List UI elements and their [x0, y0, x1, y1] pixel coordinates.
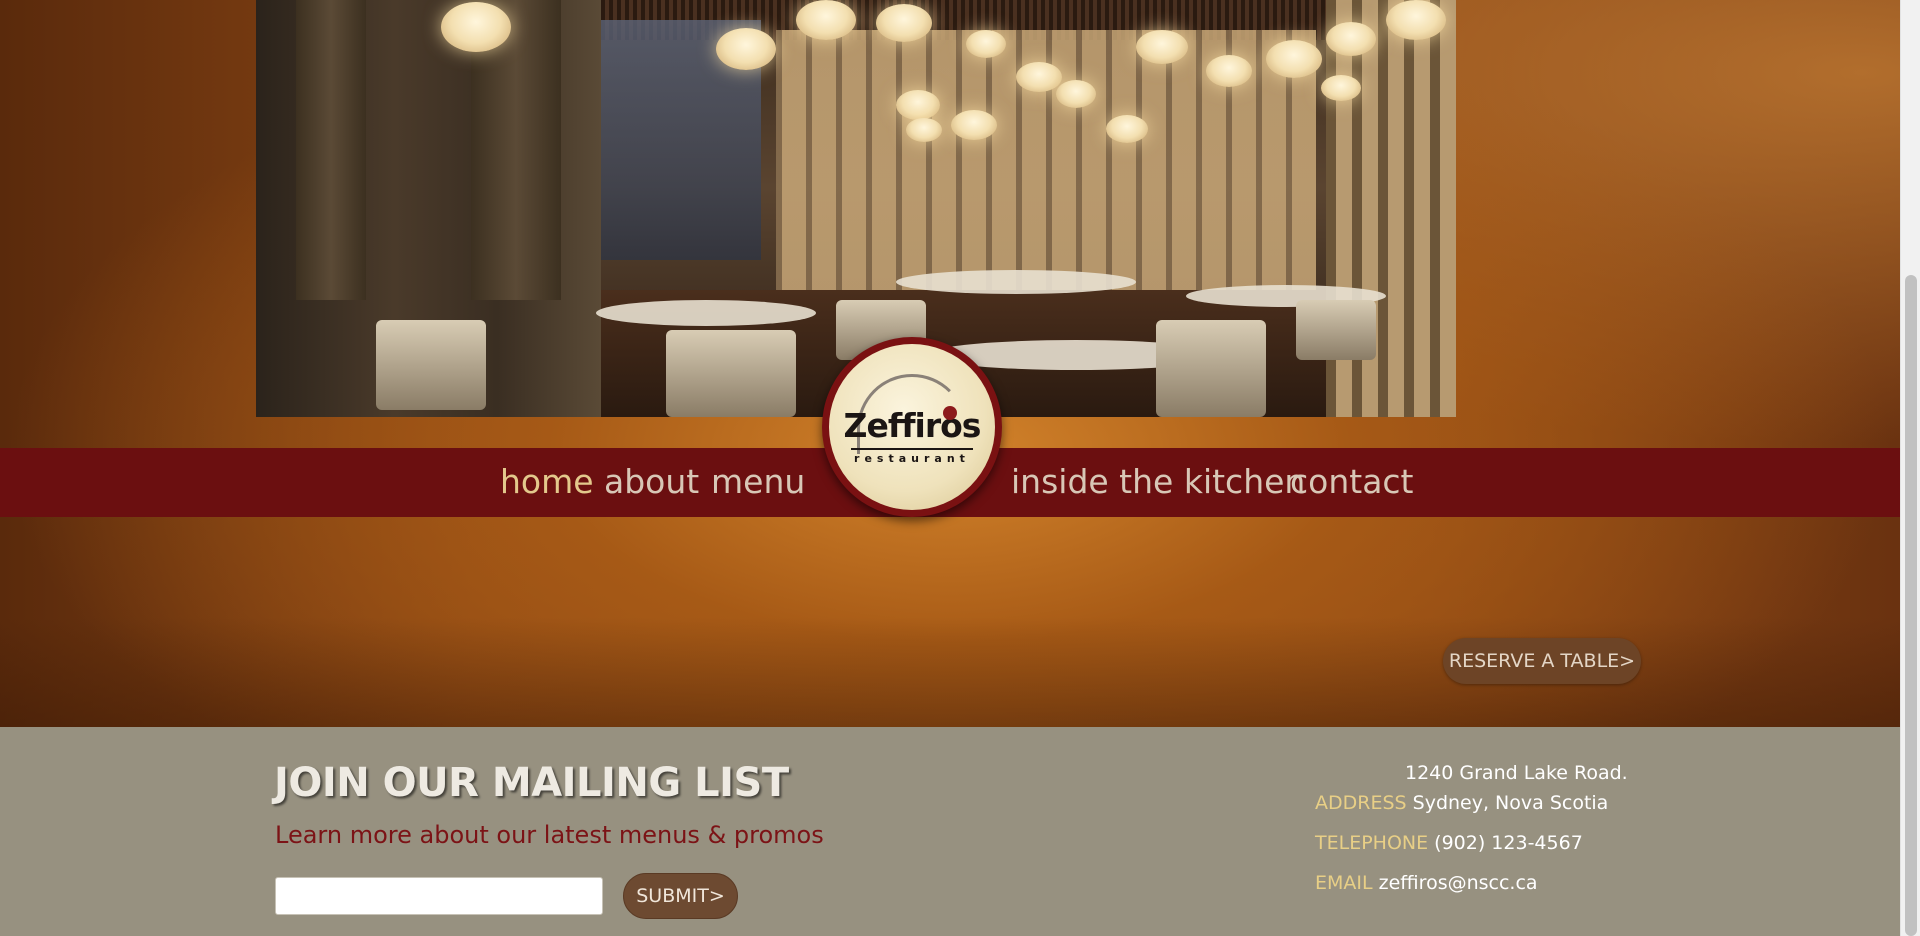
email-row: EMAIL zeffiros@nscc.ca: [1315, 872, 1538, 894]
lamp-icon: [1206, 55, 1252, 87]
lamp-icon: [1386, 0, 1446, 40]
lamp-icon: [951, 110, 997, 140]
telephone-label: TELEPHONE: [1315, 832, 1429, 854]
lamp-icon: [796, 0, 856, 40]
lamp-icon: [716, 28, 776, 70]
lamp-icon: [1326, 22, 1376, 56]
lamp-icon: [1136, 30, 1188, 64]
telephone-row: TELEPHONE (902) 123-4567: [1315, 832, 1583, 854]
lamp-icon: [1056, 80, 1096, 108]
reserve-table-button[interactable]: RESERVE A TABLE>: [1443, 638, 1641, 684]
email-label: EMAIL: [1315, 872, 1373, 894]
submit-button[interactable]: SUBMIT>: [623, 873, 738, 919]
address-label: ADDRESS: [1315, 792, 1407, 814]
nav-inside-the-kitchen[interactable]: inside the kitchen: [1011, 462, 1305, 501]
logo-dot-icon: [943, 406, 957, 420]
scrollbar-thumb[interactable]: [1905, 275, 1917, 936]
lamp-icon: [896, 90, 940, 120]
nav-contact[interactable]: contact: [1290, 462, 1414, 501]
table: [896, 270, 1136, 294]
email-value[interactable]: zeffiros@nscc.ca: [1379, 872, 1538, 894]
chair: [1296, 300, 1376, 360]
lamp-icon: [441, 2, 511, 52]
chair: [376, 320, 486, 410]
logo-name: Zeffiros: [843, 406, 982, 445]
address-line-2: Sydney, Nova Scotia: [1412, 792, 1609, 814]
telephone-value: (902) 123-4567: [1434, 832, 1583, 854]
hero-image: [256, 0, 1456, 417]
nav-home[interactable]: home: [500, 462, 594, 501]
logo[interactable]: Zeffiros restaurant: [822, 337, 1002, 517]
lamp-icon: [876, 4, 932, 42]
address-line-1: 1240 Grand Lake Road.: [1405, 762, 1628, 784]
nav-about[interactable]: about: [604, 462, 699, 501]
lamp-icon: [906, 118, 942, 142]
logo-divider: [851, 448, 973, 450]
chair: [666, 330, 796, 417]
vertical-scrollbar[interactable]: [1900, 0, 1920, 936]
logo-badge: Zeffiros restaurant: [829, 344, 995, 510]
logo-subtitle: restaurant: [854, 452, 970, 465]
mailing-email-input[interactable]: [275, 877, 603, 915]
lamp-icon: [1321, 75, 1361, 101]
lamp-icon: [966, 30, 1006, 58]
mailing-list-heading: JOIN OUR MAILING LIST: [274, 760, 789, 806]
table: [596, 300, 816, 326]
lamp-icon: [1266, 40, 1322, 78]
hero-pillar: [296, 0, 366, 300]
chair: [1156, 320, 1266, 417]
nav-menu[interactable]: menu: [711, 462, 805, 501]
address-row: ADDRESS Sydney, Nova Scotia: [1315, 792, 1608, 814]
lamp-icon: [1106, 115, 1148, 143]
mailing-list-subheading: Learn more about our latest menus & prom…: [275, 821, 824, 849]
lamp-icon: [1016, 62, 1062, 92]
